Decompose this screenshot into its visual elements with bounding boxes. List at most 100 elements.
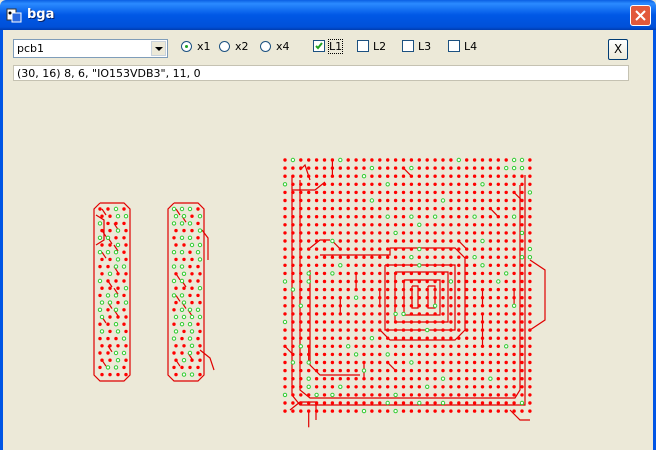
pad	[433, 166, 437, 170]
pad	[457, 263, 461, 267]
pad	[480, 158, 485, 162]
pad	[283, 312, 287, 316]
pad	[179, 235, 185, 241]
pad	[519, 157, 525, 163]
pad	[488, 360, 493, 365]
pad	[393, 296, 398, 300]
pad	[322, 312, 327, 316]
pad	[369, 336, 375, 341]
pad	[370, 174, 374, 178]
pad	[338, 336, 342, 340]
pad	[457, 271, 461, 276]
pad	[528, 215, 532, 219]
pad	[174, 300, 178, 305]
trace	[320, 247, 466, 341]
pad	[457, 239, 461, 243]
pad	[386, 377, 390, 381]
pad	[299, 190, 303, 195]
pad	[121, 350, 127, 356]
pad	[417, 222, 422, 228]
pad	[457, 215, 461, 219]
pad	[528, 206, 532, 211]
pad	[113, 264, 119, 269]
pad	[171, 221, 177, 226]
pad	[307, 247, 311, 251]
pad	[354, 247, 358, 251]
pad	[314, 385, 319, 389]
pad	[306, 360, 311, 365]
pad	[314, 368, 319, 373]
pad	[354, 336, 358, 340]
pad	[457, 206, 461, 211]
pad	[425, 377, 429, 381]
pad	[472, 344, 477, 348]
pcb-canvas[interactable]	[0, 0, 656, 450]
pad	[330, 287, 335, 292]
pad	[504, 247, 508, 251]
pad	[528, 328, 532, 332]
pad	[197, 242, 203, 248]
pad	[307, 312, 311, 316]
pad	[520, 385, 524, 389]
pad	[322, 247, 327, 251]
pad	[449, 182, 453, 186]
pad	[307, 263, 311, 267]
pad	[425, 401, 429, 405]
pad	[99, 329, 105, 334]
pad	[198, 372, 202, 377]
pad	[173, 214, 179, 219]
pad	[100, 372, 104, 377]
pad	[425, 239, 429, 243]
pad	[299, 231, 303, 235]
pad	[417, 158, 421, 162]
pad	[338, 174, 342, 178]
pad	[409, 247, 414, 251]
pad	[196, 279, 200, 283]
pad	[330, 182, 335, 186]
pad	[528, 182, 532, 186]
pad	[338, 247, 342, 251]
pad	[322, 231, 327, 235]
pad	[338, 344, 342, 348]
pad	[409, 377, 414, 381]
pad	[330, 158, 335, 162]
pad	[346, 393, 350, 397]
pad	[122, 308, 126, 312]
pad	[393, 190, 398, 195]
pad	[378, 223, 382, 227]
pad	[520, 182, 524, 186]
pad	[528, 231, 532, 235]
pad	[291, 385, 295, 389]
pad	[472, 328, 477, 332]
pad	[171, 336, 177, 341]
pad	[362, 198, 366, 203]
pad	[417, 215, 421, 219]
pad	[401, 239, 406, 243]
pad	[465, 166, 469, 170]
pad	[488, 206, 493, 211]
pad	[425, 231, 429, 235]
pad	[417, 166, 421, 170]
pad	[528, 360, 532, 365]
trace	[201, 229, 209, 260]
pad	[113, 307, 119, 312]
pad	[512, 271, 516, 276]
pad	[457, 328, 461, 332]
pad	[283, 336, 287, 340]
pad	[307, 304, 311, 308]
pad	[417, 368, 421, 373]
pad	[393, 198, 398, 203]
pad	[440, 400, 446, 406]
pad	[330, 296, 335, 300]
pad	[98, 207, 102, 211]
pad	[385, 352, 390, 357]
pad	[472, 320, 477, 324]
pad	[299, 279, 303, 284]
pad	[307, 215, 311, 219]
pad	[362, 263, 366, 267]
pad	[472, 312, 477, 316]
pad	[488, 239, 493, 243]
pad	[448, 279, 454, 284]
pad	[457, 344, 461, 348]
pad	[433, 271, 437, 276]
